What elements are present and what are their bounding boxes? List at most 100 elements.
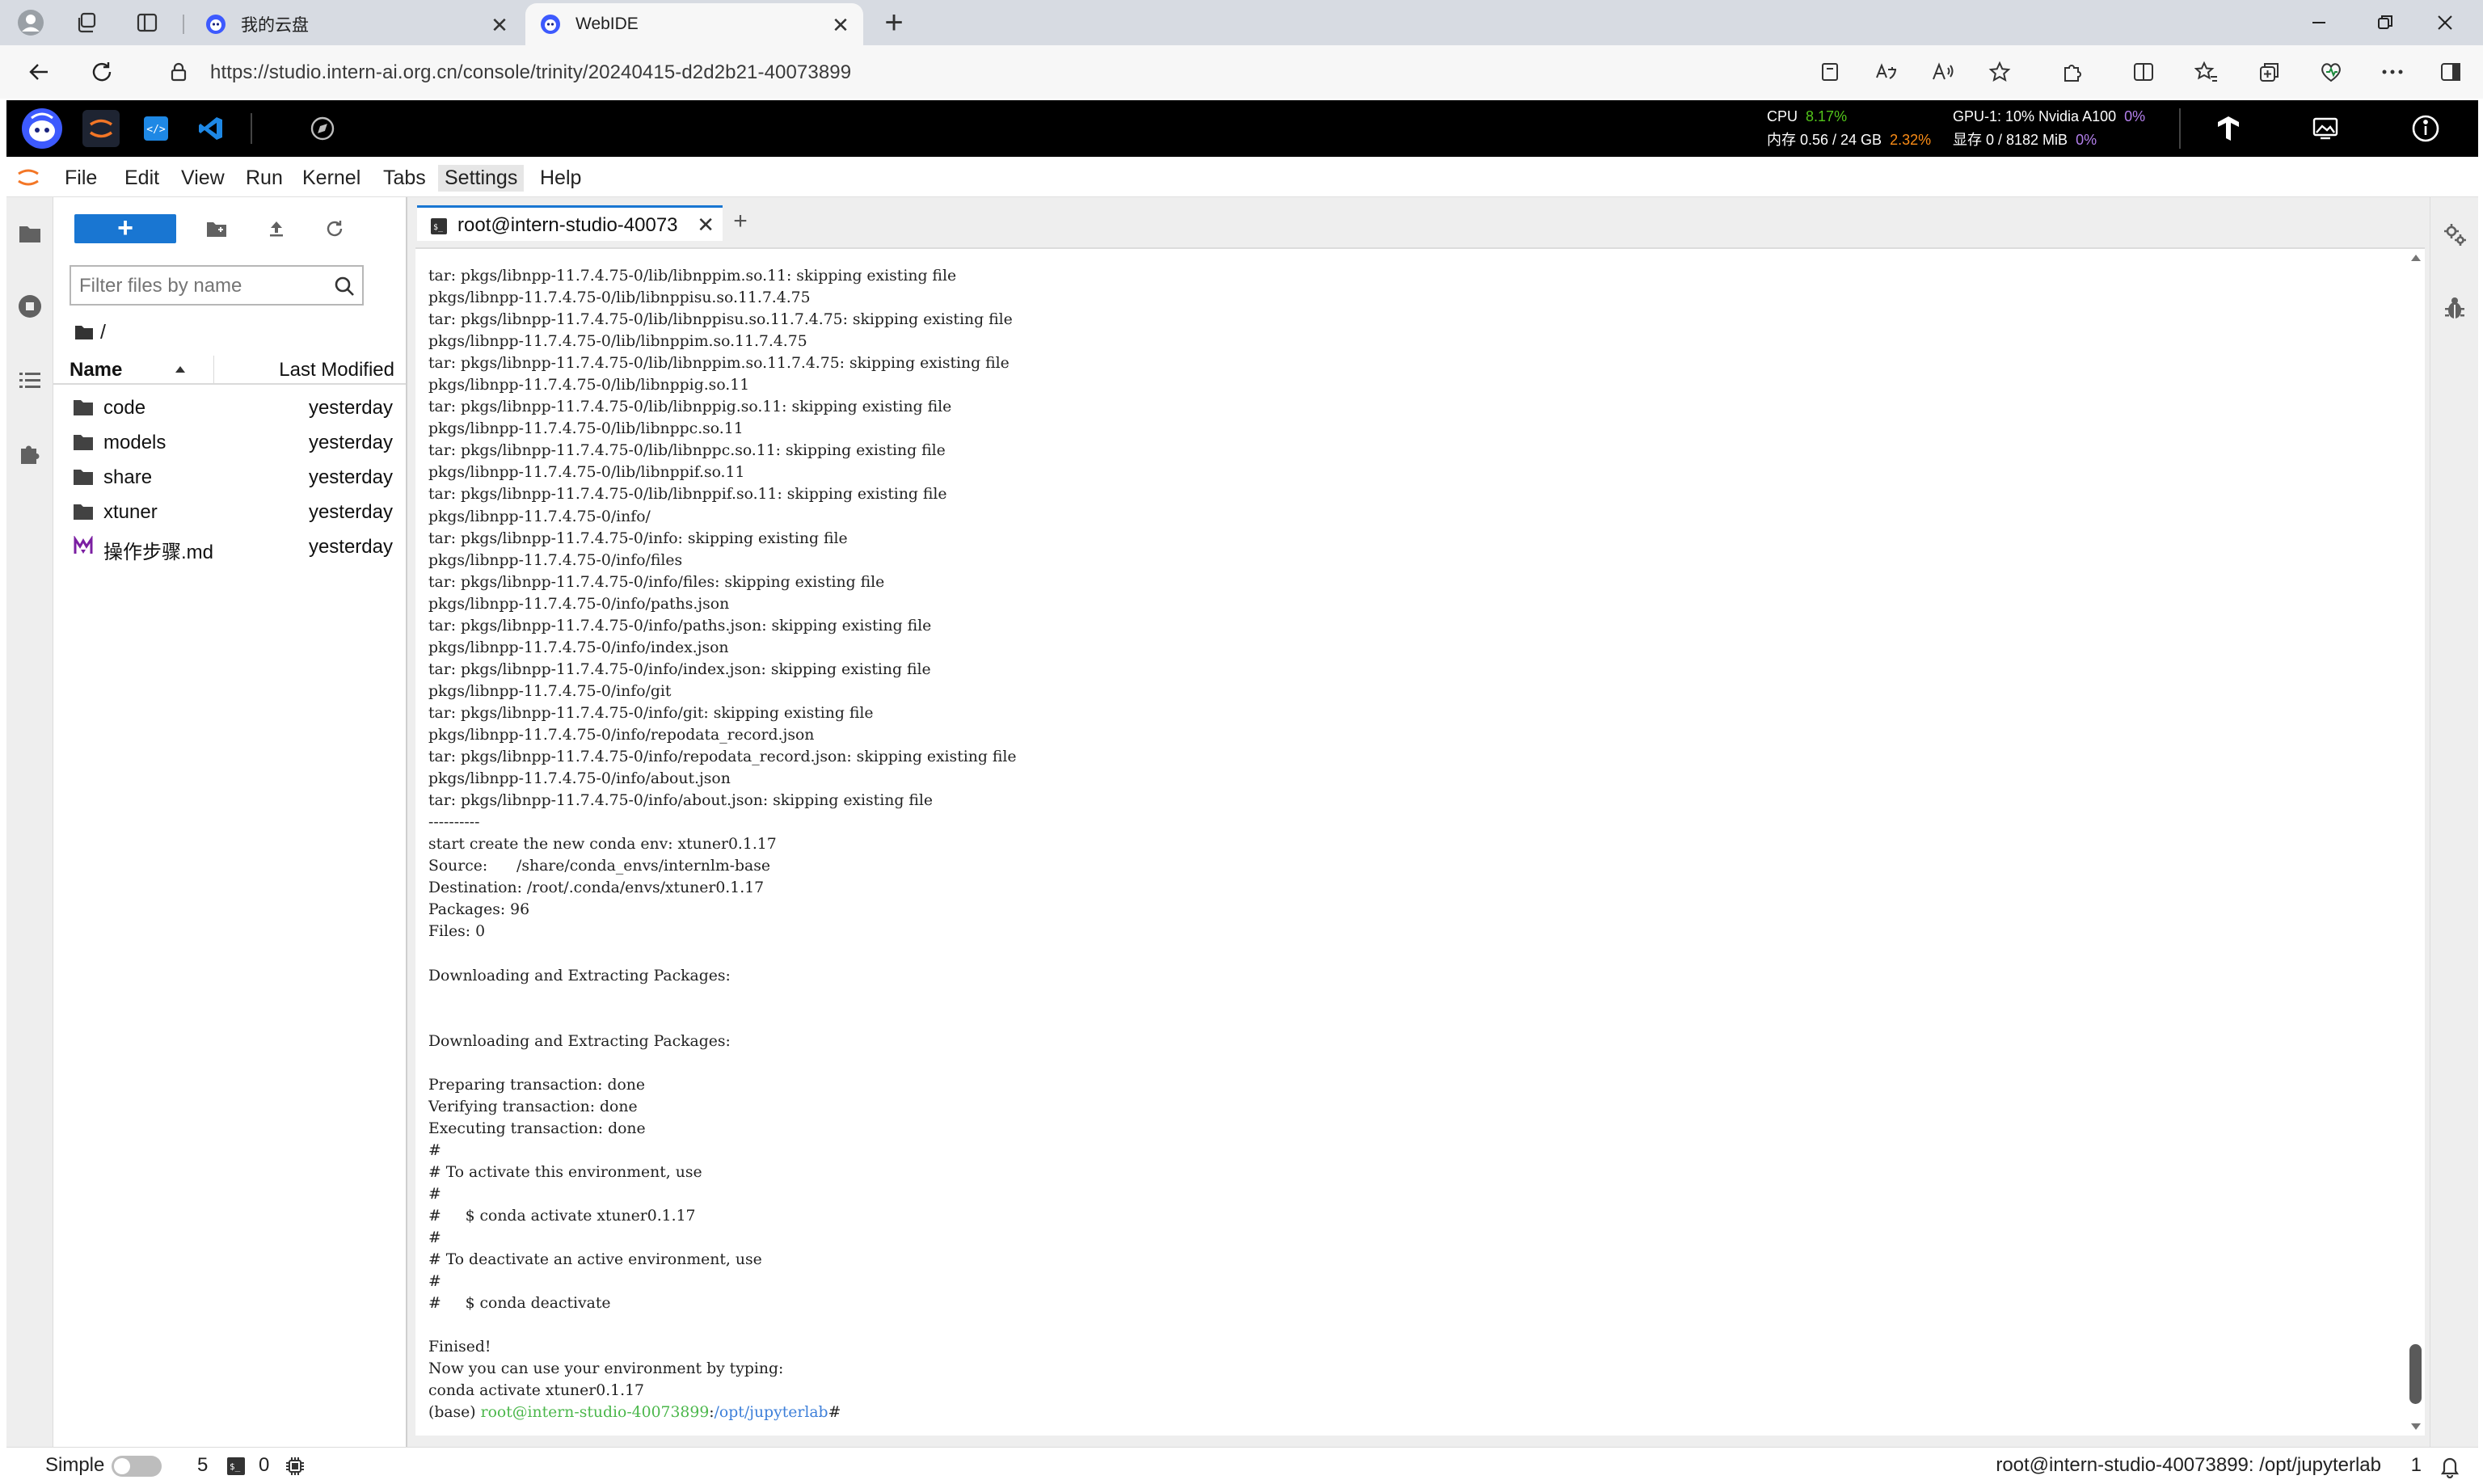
terminal-prompt[interactable]: (base) root@intern-studio-40073899:/opt/…: [428, 1402, 2384, 1423]
right-activity-bar: [2430, 197, 2478, 1447]
menu-tabs[interactable]: Tabs: [377, 165, 432, 192]
workspaces-icon[interactable]: [71, 6, 103, 39]
column-name[interactable]: Name: [70, 359, 122, 382]
lock-icon[interactable]: [170, 62, 188, 82]
favorite-star-icon[interactable]: [1983, 56, 2016, 88]
url-bar[interactable]: https://studio.intern-ai.org.cn/console/…: [142, 52, 1832, 92]
file-name: xtuner: [103, 501, 158, 523]
vscode-icon[interactable]: [192, 110, 230, 147]
simple-mode-toggle[interactable]: [112, 1456, 162, 1477]
menu-file[interactable]: File: [58, 165, 103, 192]
compass-icon[interactable]: [304, 110, 341, 147]
sort-ascending-icon[interactable]: [175, 365, 186, 373]
file-name: 操作步骤.md: [103, 542, 214, 563]
terminal-line: tar: pkgs/libnpp-11.7.4.75-0/lib/libnppc…: [428, 442, 946, 460]
terminal-line: tar: pkgs/libnpp-11.7.4.75-0/info/repoda…: [428, 748, 1017, 766]
tensorflow-icon[interactable]: [2210, 110, 2247, 147]
file-row-markdown[interactable]: 操作步骤.md yesterday: [53, 529, 406, 564]
new-tab-button[interactable]: +: [878, 5, 910, 40]
minimize-icon[interactable]: [2300, 8, 2338, 37]
scrollbar-thumb[interactable]: [2409, 1344, 2422, 1404]
browser-essentials-icon[interactable]: [2315, 56, 2347, 88]
file-row-share[interactable]: share yesterday: [53, 460, 406, 495]
close-icon[interactable]: ✕: [697, 213, 715, 238]
terminal-line: #: [428, 1185, 441, 1203]
terminal-scrollbar[interactable]: [2405, 249, 2425, 1436]
folder-icon[interactable]: [16, 220, 44, 247]
upload-icon[interactable]: [262, 214, 291, 243]
menu-edit[interactable]: Edit: [118, 165, 166, 192]
terminal-line: tar: pkgs/libnpp-11.7.4.75-0/lib/libnppi…: [428, 311, 1013, 329]
new-launcher-button[interactable]: +: [74, 214, 176, 243]
scroll-up-icon[interactable]: [2410, 254, 2422, 262]
terminal-line: pkgs/libnpp-11.7.4.75-0/info/repodata_re…: [428, 726, 815, 744]
terminal-icon[interactable]: $_: [226, 1457, 246, 1476]
file-row-code[interactable]: code yesterday: [53, 390, 406, 425]
scroll-down-icon[interactable]: [2410, 1423, 2422, 1431]
kernel-count[interactable]: 0: [259, 1454, 269, 1477]
refresh-icon[interactable]: [86, 56, 118, 88]
breadcrumb-root[interactable]: /: [100, 321, 106, 344]
collections-icon[interactable]: [2253, 56, 2286, 88]
url-text[interactable]: https://studio.intern-ai.org.cn/console/…: [210, 61, 851, 84]
column-last-modified[interactable]: Last Modified: [279, 359, 394, 382]
breadcrumb[interactable]: /: [74, 320, 106, 344]
read-aloud-icon[interactable]: [1927, 56, 1959, 88]
menu-help[interactable]: Help: [533, 165, 588, 192]
running-stop-icon[interactable]: [16, 293, 44, 320]
code-editor-icon[interactable]: </>: [137, 110, 175, 147]
new-folder-icon[interactable]: [202, 214, 231, 243]
intern-logo-icon[interactable]: [19, 106, 65, 151]
table-of-contents-icon[interactable]: [16, 367, 44, 394]
refresh-files-icon[interactable]: [320, 214, 349, 243]
close-icon[interactable]: ✕: [829, 13, 852, 38]
profile-icon[interactable]: [15, 6, 47, 39]
translate-icon[interactable]: [1870, 56, 1903, 88]
vertical-tabs-icon[interactable]: [131, 6, 163, 39]
terminal-panel[interactable]: tar: pkgs/libnpp-11.7.4.75-0/lib/libnppi…: [415, 247, 2425, 1436]
debugger-bug-icon[interactable]: [2442, 296, 2468, 322]
filter-files-input[interactable]: [79, 275, 322, 297]
intern-favicon: [206, 15, 226, 34]
terminal-count[interactable]: 5: [197, 1454, 208, 1477]
folder-icon: [74, 400, 93, 415]
notification-count[interactable]: 1: [2411, 1454, 2422, 1477]
property-inspector-icon[interactable]: [2442, 221, 2468, 247]
column-divider[interactable]: [213, 356, 214, 385]
jupyter-icon[interactable]: [82, 110, 120, 147]
kernel-chip-icon[interactable]: [285, 1456, 306, 1477]
info-icon[interactable]: [2407, 110, 2444, 147]
menu-kernel[interactable]: Kernel: [296, 165, 367, 192]
browser-tab-webide[interactable]: WebIDE ✕: [525, 3, 863, 45]
terminal-output[interactable]: tar: pkgs/libnpp-11.7.4.75-0/lib/libnppi…: [428, 265, 2384, 1423]
terminal-line: Preparing transaction: done: [428, 1076, 645, 1094]
notification-bell-icon[interactable]: [2438, 1454, 2462, 1478]
favorites-list-icon[interactable]: [2190, 56, 2223, 88]
filter-files-box[interactable]: [70, 265, 364, 306]
browser-tab-bar: 我的云盘 ✕ WebIDE ✕ +: [0, 0, 2483, 45]
simple-mode-label: Simple: [45, 1454, 105, 1476]
terminal-line: pkgs/libnpp-11.7.4.75-0/lib/libnppig.so.…: [428, 377, 750, 394]
restore-icon[interactable]: [2367, 8, 2404, 37]
file-row-xtuner[interactable]: xtuner yesterday: [53, 495, 406, 529]
app-available-icon[interactable]: [1814, 56, 1846, 88]
image-monitor-icon[interactable]: [2307, 110, 2344, 147]
browser-tab-cloud[interactable]: 我的云盘 ✕: [191, 3, 522, 45]
menu-view[interactable]: View: [175, 165, 231, 192]
file-row-models[interactable]: models yesterday: [53, 425, 406, 460]
terminal-tab[interactable]: $_ root@intern-studio-40073 ✕: [417, 205, 723, 241]
more-icon[interactable]: [2376, 56, 2409, 88]
extension-puzzle-icon[interactable]: [16, 440, 44, 467]
menu-settings[interactable]: Settings: [438, 165, 525, 192]
terminal-line: #: [428, 1273, 441, 1291]
close-icon[interactable]: ✕: [488, 13, 511, 38]
extensions-icon[interactable]: [2056, 56, 2089, 88]
split-screen-icon[interactable]: [2127, 56, 2160, 88]
add-tab-button[interactable]: +: [724, 205, 757, 238]
terminal-line: pkgs/libnpp-11.7.4.75-0/lib/libnppim.so.…: [428, 333, 807, 351]
sidebar-toggle-icon[interactable]: [2435, 56, 2467, 88]
back-icon[interactable]: [23, 56, 55, 88]
menu-run[interactable]: Run: [239, 165, 289, 192]
window-close-icon[interactable]: [2426, 8, 2464, 37]
